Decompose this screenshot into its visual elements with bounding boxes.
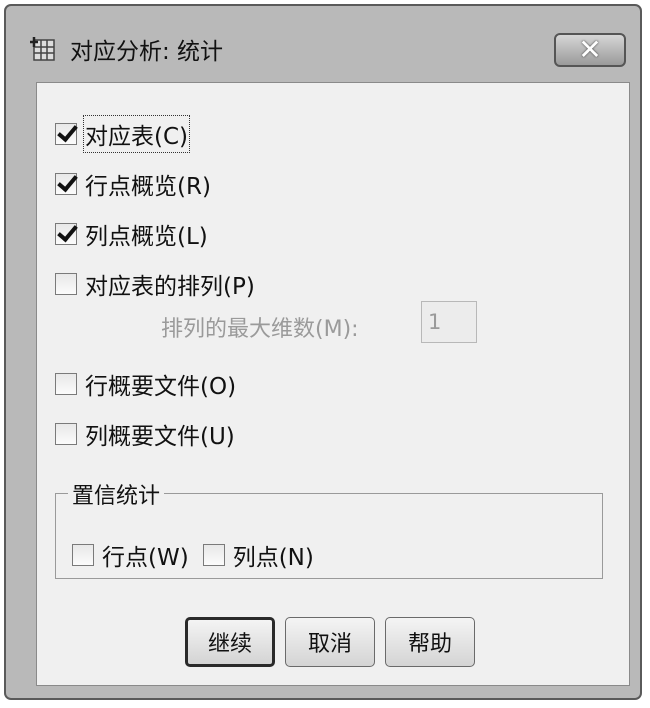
cancel-button[interactable]: 取消: [285, 617, 375, 667]
option-label: 行概要文件(O): [85, 374, 237, 400]
option-label: 对应表的排列(P): [85, 274, 255, 300]
continue-button[interactable]: 继续: [185, 617, 275, 667]
help-button[interactable]: 帮助: [385, 617, 475, 667]
confidence-statistics-group: 置信统计 行点(W) 列点(N): [55, 478, 603, 579]
confidence-options: 行点(W) 列点(N): [72, 538, 328, 572]
option-correspondence-table[interactable]: 对应表(C): [55, 115, 191, 153]
close-button[interactable]: ✕: [554, 33, 626, 67]
title-bar[interactable]: 对应分析: 统计 ✕: [6, 6, 640, 76]
checkbox-row-points-overview[interactable]: [55, 173, 77, 195]
close-icon: ✕: [578, 33, 602, 66]
dialog-title: 对应分析: 统计: [70, 39, 224, 65]
option-label: 列点概览(L): [85, 224, 208, 250]
dialog-content: 对应表(C) 行点概览(R) 列点概览(L) 对应表的排列(P) 排列的最大维数…: [36, 82, 630, 686]
checkbox-permutations[interactable]: [55, 273, 77, 295]
dialog-window: 对应分析: 统计 ✕ 对应表(C) 行点概览(R) 列点概览(L) 对应表的排列…: [4, 4, 642, 700]
max-dimension-input[interactable]: [421, 301, 477, 343]
option-label: 列点(N): [232, 545, 314, 571]
checkbox-column-points[interactable]: [202, 544, 225, 566]
checkbox-row-points[interactable]: [72, 544, 94, 566]
option-label: 行点概览(R): [85, 174, 211, 200]
option-row-points[interactable]: 行点(W): [72, 538, 189, 572]
checkbox-column-points-overview[interactable]: [55, 223, 77, 245]
option-label: 列概要文件(U): [85, 424, 235, 450]
max-dimension-label: 排列的最大维数(M):: [161, 317, 359, 342]
option-label: 对应表(C): [82, 115, 191, 153]
spss-table-icon: [30, 37, 55, 61]
option-row-profiles[interactable]: 行概要文件(O): [55, 367, 236, 401]
checkbox-row-profiles[interactable]: [55, 373, 77, 395]
group-title: 置信统计: [68, 478, 165, 510]
option-column-profiles[interactable]: 列概要文件(U): [55, 417, 235, 451]
checkbox-correspondence-table[interactable]: [55, 123, 77, 145]
option-permutations[interactable]: 对应表的排列(P): [55, 267, 255, 301]
option-label: 行点(W): [102, 545, 189, 571]
option-column-points-overview[interactable]: 列点概览(L): [55, 217, 208, 251]
option-column-points[interactable]: 列点(N): [202, 538, 314, 572]
option-row-points-overview[interactable]: 行点概览(R): [55, 167, 211, 201]
checkbox-column-profiles[interactable]: [55, 423, 77, 445]
